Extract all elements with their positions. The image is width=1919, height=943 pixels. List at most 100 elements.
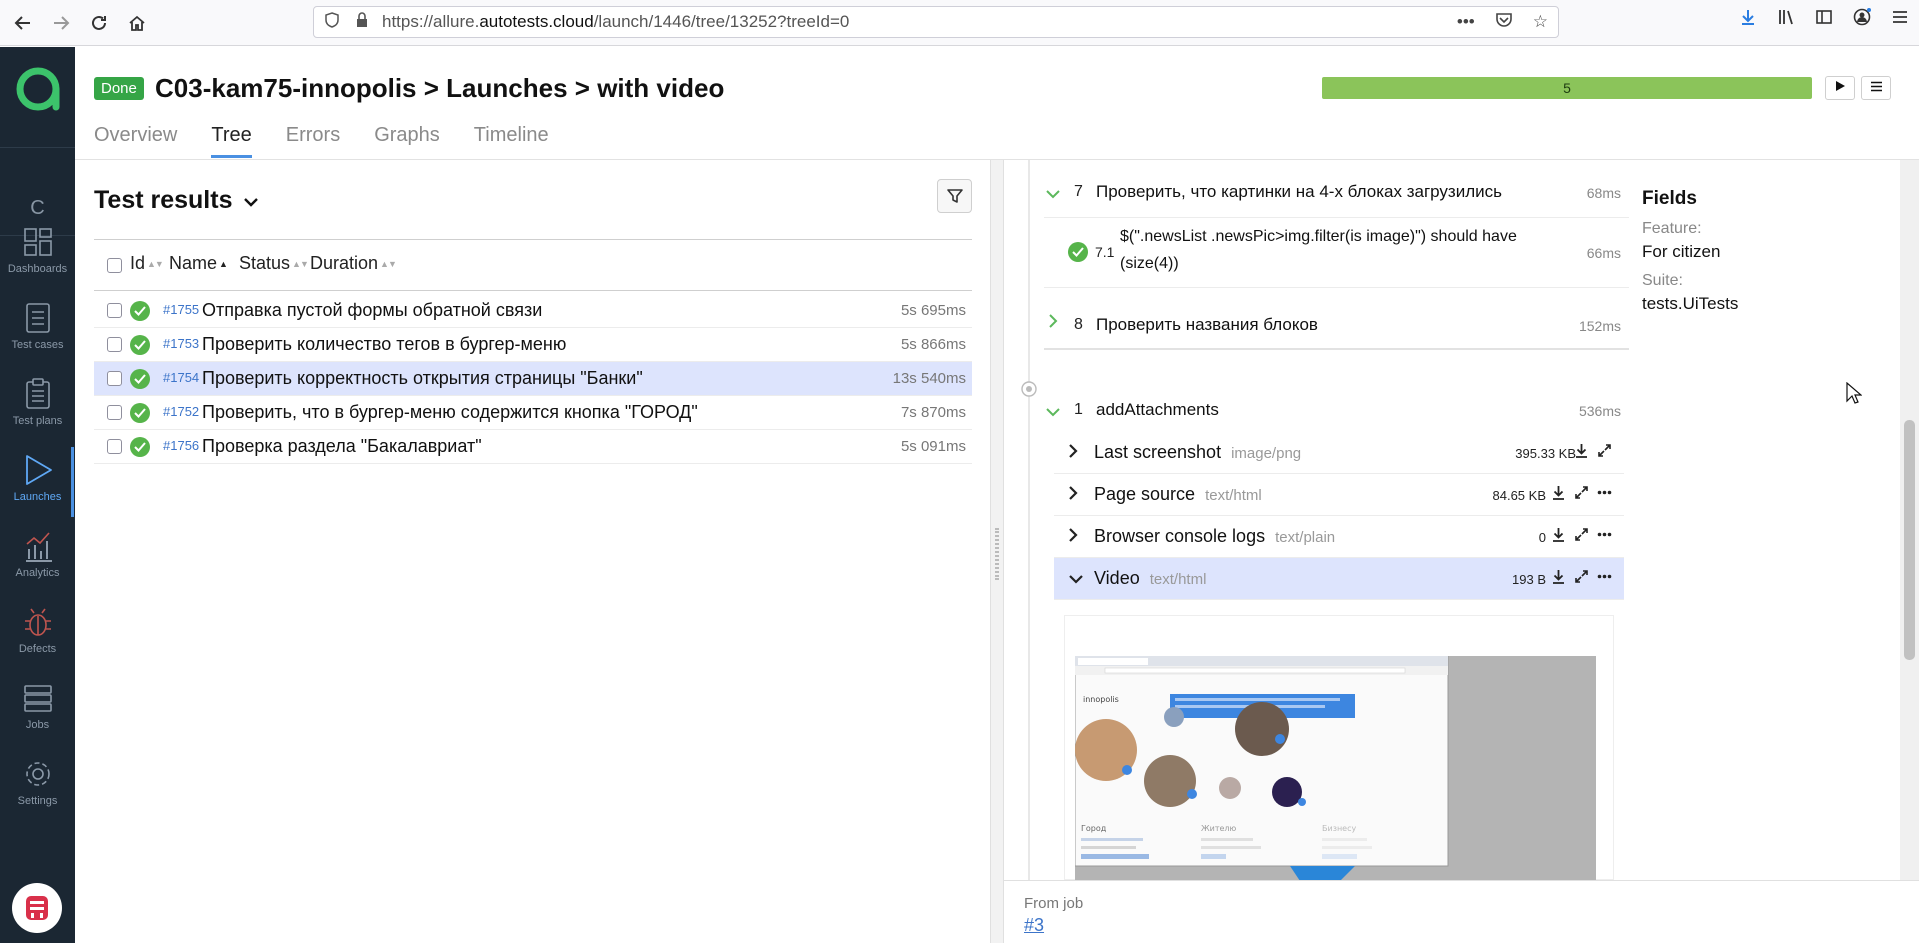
more-options-icon[interactable]: [1597, 527, 1612, 542]
panel-resize-handle[interactable]: [990, 160, 1004, 943]
row-name: Проверить, что в бургер-меню содержится …: [202, 402, 698, 422]
shield-icon[interactable]: [320, 12, 344, 32]
user-avatar[interactable]: [12, 883, 62, 933]
table-row[interactable]: #1752 Проверить, что в бургер-меню содер…: [94, 396, 972, 430]
tab-overview[interactable]: Overview: [94, 124, 177, 156]
step-number: 7.1: [1095, 244, 1115, 260]
more-actions-icon[interactable]: •••: [1457, 12, 1475, 33]
select-all-checkbox[interactable]: [107, 258, 122, 273]
more-options-icon[interactable]: [1597, 569, 1612, 584]
feature-label: Feature:: [1642, 220, 1702, 237]
step-row[interactable]: 7 Проверить, что картинки на 4-х блоках …: [1044, 182, 1629, 218]
suite-label: Suite:: [1642, 272, 1683, 289]
tab-graphs[interactable]: Graphs: [374, 124, 440, 156]
job-link[interactable]: #3: [1024, 915, 1044, 936]
menu-icon[interactable]: [1891, 8, 1909, 31]
table-row[interactable]: #1753 Проверить количество тегов в бурге…: [94, 328, 972, 362]
expand-icon[interactable]: [1574, 569, 1589, 584]
video-player[interactable]: innopolis Город Жителю Бизнесу: [1074, 655, 1596, 880]
row-id[interactable]: #1754: [163, 370, 199, 385]
column-name[interactable]: Name ▲: [169, 253, 228, 274]
step-row[interactable]: 8 Проверить названия блоков 152ms: [1044, 308, 1629, 350]
download-icon[interactable]: [1551, 527, 1566, 542]
download-icon[interactable]: [1574, 443, 1589, 458]
test-result-detail: 7 Проверить, что картинки на 4-х блоках …: [1004, 160, 1900, 880]
expand-icon[interactable]: [1574, 527, 1589, 542]
sidebar-item-analytics[interactable]: Analytics: [0, 529, 75, 579]
tab-timeline[interactable]: Timeline: [474, 124, 549, 156]
library-icon[interactable]: [1777, 8, 1795, 31]
row-checkbox[interactable]: [107, 405, 122, 420]
table-row[interactable]: #1756 Проверка раздела "Бакалавриат" 5s …: [94, 430, 972, 464]
row-checkbox[interactable]: [107, 439, 122, 454]
row-duration: 13s 540ms: [892, 370, 966, 387]
step-duration: 536ms: [1578, 403, 1621, 419]
step-duration: 68ms: [1586, 185, 1621, 201]
breadcrumb-project[interactable]: C03-kam75-innopolis: [155, 73, 417, 103]
table-row-selected[interactable]: #1754 Проверить корректность открытия ст…: [94, 362, 972, 396]
rerun-button[interactable]: [1825, 76, 1855, 100]
column-status[interactable]: Status ▲▼: [239, 253, 309, 274]
attachment-row[interactable]: Browser console logs text/plain 0: [1054, 516, 1624, 558]
tab-tree[interactable]: Tree: [211, 124, 253, 158]
sidebar-item-jobs[interactable]: Jobs: [0, 681, 75, 731]
sidebar-item-dashboards[interactable]: Dashboards: [0, 225, 75, 275]
column-duration[interactable]: Duration ▲▼: [310, 253, 397, 274]
row-checkbox[interactable]: [107, 303, 122, 318]
launches-icon: [25, 455, 52, 485]
sidebar-toggle-icon[interactable]: [1815, 8, 1833, 31]
row-name: Отправка пустой формы обратной связи: [202, 300, 543, 320]
download-icon[interactable]: [1551, 569, 1566, 584]
downloads-icon[interactable]: [1739, 8, 1757, 31]
more-options-icon[interactable]: [1597, 485, 1612, 500]
test-plans-icon: [25, 378, 50, 409]
row-id[interactable]: #1756: [163, 438, 199, 453]
tab-errors[interactable]: Errors: [286, 124, 340, 156]
row-name: Проверить корректность открытия страницы…: [202, 368, 643, 388]
attachment-row[interactable]: Last screenshot image/png 395.33 KB: [1054, 432, 1624, 474]
column-id[interactable]: Id ▲▼: [130, 253, 164, 274]
sidebar-item-settings[interactable]: Settings: [0, 757, 75, 807]
sidebar-item-test-cases[interactable]: Test cases: [0, 301, 75, 351]
chevron-down-icon: [1046, 404, 1060, 422]
project-initial[interactable]: C: [0, 197, 75, 220]
lock-icon[interactable]: [350, 12, 374, 32]
home-icon[interactable]: [122, 8, 152, 38]
bookmark-star-icon[interactable]: ☆: [1533, 12, 1548, 33]
dashboards-icon: [23, 228, 52, 256]
test-results-title[interactable]: Test results: [94, 186, 259, 215]
row-duration: 5s 695ms: [900, 302, 966, 319]
row-id[interactable]: #1755: [163, 302, 199, 317]
sidebar-item-test-plans[interactable]: Test plans: [0, 377, 75, 427]
forward-button-icon[interactable]: [46, 8, 76, 38]
breadcrumb-launches[interactable]: Launches: [446, 73, 567, 103]
expand-icon[interactable]: [1597, 443, 1612, 458]
attachment-row[interactable]: Page source text/html 84.65 KB: [1054, 474, 1624, 516]
allure-logo-icon[interactable]: [12, 63, 64, 115]
step-row[interactable]: 1 addAttachments 536ms: [1044, 392, 1629, 434]
sidebar-item-launches[interactable]: Launches: [0, 447, 75, 517]
jobs-icon: [23, 685, 52, 712]
row-duration: 5s 866ms: [900, 336, 966, 353]
attachment-row-selected[interactable]: Video text/html 193 B: [1054, 558, 1624, 600]
sidebar-item-defects[interactable]: Defects: [0, 605, 75, 655]
detail-scrollbar[interactable]: [1900, 160, 1919, 880]
download-icon[interactable]: [1551, 485, 1566, 500]
launch-menu-button[interactable]: [1861, 76, 1891, 100]
row-checkbox[interactable]: [107, 371, 122, 386]
account-icon[interactable]: [1853, 8, 1871, 31]
table-row[interactable]: #1755 Отправка пустой формы обратной свя…: [94, 294, 972, 328]
step-row[interactable]: 7.1 $(".newsList .newsPic>img.filter(is …: [1044, 218, 1629, 288]
attachment-name: Browser console logs text/plain: [1094, 526, 1336, 546]
pocket-icon[interactable]: [1495, 12, 1513, 33]
row-checkbox[interactable]: [107, 337, 122, 352]
reload-icon[interactable]: [84, 8, 114, 38]
back-button-icon[interactable]: [8, 8, 38, 38]
address-bar[interactable]: https://allure.autotests.cloud/launch/14…: [313, 6, 1559, 38]
svg-text:Жителю: Жителю: [1201, 824, 1237, 833]
expand-icon[interactable]: [1574, 485, 1589, 500]
row-id[interactable]: #1752: [163, 404, 199, 419]
filter-button[interactable]: [937, 179, 972, 213]
row-id[interactable]: #1753: [163, 336, 199, 351]
step-number: 8: [1074, 316, 1083, 333]
